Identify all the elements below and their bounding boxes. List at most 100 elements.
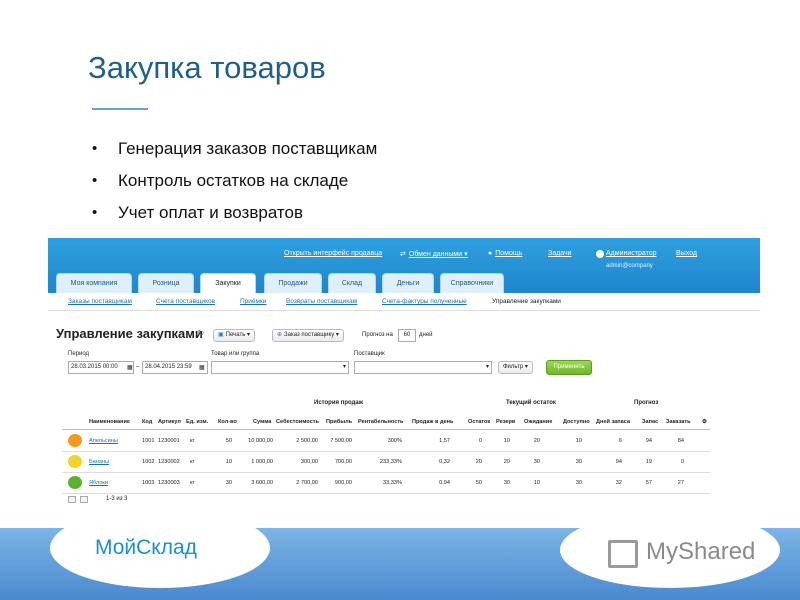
- cell-name[interactable]: Яблоки: [89, 480, 108, 486]
- cell-qty: 30: [225, 480, 232, 486]
- col-profit[interactable]: Прибыль: [326, 419, 352, 425]
- exchange-icon: ⇄: [400, 251, 406, 258]
- subnav-supplier-orders[interactable]: Заказы поставщикам: [68, 298, 132, 305]
- myshared-watermark: MyShared: [646, 538, 756, 565]
- plus-icon: ⊕: [277, 332, 283, 338]
- slide-title: Закупка товаров: [88, 50, 326, 85]
- cell-order: 27: [677, 480, 684, 486]
- col-unit[interactable]: Ед. изм.: [186, 419, 208, 425]
- help-label: Помощь: [495, 250, 523, 257]
- group-stock: Текущий остаток: [506, 400, 556, 406]
- next-page-button[interactable]: [80, 496, 88, 503]
- col-per-day[interactable]: Продаж в день: [412, 419, 453, 425]
- prev-page-button[interactable]: [68, 496, 76, 503]
- cell-order: 0: [680, 459, 684, 465]
- col-supply[interactable]: Запас: [642, 419, 658, 425]
- col-days[interactable]: Дней запаса: [596, 419, 630, 425]
- logout-link[interactable]: Выход: [676, 250, 697, 257]
- tab-retail[interactable]: Розница: [138, 273, 194, 293]
- print-button[interactable]: ▣ Печать ▾: [213, 329, 256, 342]
- subnav-purchase-management[interactable]: Управление закупками: [492, 298, 561, 305]
- refresh-icon[interactable]: ↻: [197, 328, 205, 339]
- col-name[interactable]: Наименование: [89, 419, 130, 425]
- cell-per-day: 0,94: [439, 480, 450, 486]
- cell-name[interactable]: Бананы: [89, 459, 109, 465]
- calendar-icon[interactable]: ▦: [199, 364, 205, 371]
- cell-sum: 3 600,00: [251, 480, 273, 486]
- cell-reserve: 30: [503, 480, 510, 486]
- bullet-item: Генерация заказов поставщикам: [90, 138, 377, 170]
- tab-my-company[interactable]: Моя компания: [56, 273, 132, 293]
- tab-directories[interactable]: Справочники: [440, 273, 504, 293]
- tab-purchases[interactable]: Закупки: [200, 273, 256, 293]
- col-code[interactable]: Код: [142, 419, 152, 425]
- date-from-input[interactable]: 28.03.2015 00:00: [68, 361, 134, 374]
- forecast-label: Прогноз на: [362, 332, 393, 338]
- settings-icon[interactable]: ⚙: [702, 419, 707, 425]
- supplier-label: Поставщик: [354, 351, 385, 357]
- product-label: Товар или группа: [211, 351, 260, 357]
- period-label: Период: [68, 351, 90, 357]
- cell-margin: 33,33%: [383, 480, 402, 486]
- help-icon: ●: [488, 250, 493, 257]
- cell-available: 30: [575, 480, 582, 486]
- subnav-received-invoices[interactable]: Счета-фактуры полученные: [382, 298, 467, 305]
- tasks-link[interactable]: Задачи: [548, 250, 572, 257]
- cell-cost: 300,00: [300, 459, 318, 465]
- col-sku[interactable]: Артикул: [158, 419, 181, 425]
- col-stock[interactable]: Остаток: [468, 419, 490, 425]
- admin-link[interactable]: Администратор: [606, 250, 657, 257]
- apply-button[interactable]: Применить: [546, 360, 592, 375]
- order-supplier-button[interactable]: ⊕ Заказ поставщику ▾: [272, 329, 344, 342]
- cell-stock: 20: [475, 459, 482, 465]
- product-select[interactable]: ▾: [211, 361, 349, 374]
- cell-days: 94: [615, 459, 622, 465]
- print-label: Печать: [225, 332, 246, 338]
- subnav-returns[interactable]: Возвраты поставщикам: [286, 298, 357, 305]
- filter-button[interactable]: Фильтр ▾: [498, 361, 533, 374]
- cell-profit: 700,00: [334, 459, 352, 465]
- printer-icon: ▣: [218, 332, 224, 338]
- bullet-list: Генерация заказов поставщикам Контроль о…: [90, 138, 377, 234]
- product-image: [68, 476, 82, 489]
- table-row[interactable]: Яблоки 1003 1230003 кг 30 3 600,00 2 700,00 900…: [62, 473, 710, 494]
- forecast-days-input[interactable]: 60: [398, 329, 416, 342]
- data-exchange-label: Обмен данными: [408, 251, 463, 258]
- cell-profit: 7 500,00: [330, 438, 352, 444]
- cell-stock: 50: [475, 480, 482, 486]
- cell-supply: 19: [645, 459, 652, 465]
- cell-name[interactable]: Апельсины: [89, 438, 118, 444]
- cell-available: 30: [575, 459, 582, 465]
- group-forecast: Прогноз: [634, 400, 659, 406]
- col-order[interactable]: Заказать: [666, 419, 691, 425]
- cell-unit: кг: [190, 480, 195, 486]
- pager-text: 1-3 из 3: [106, 496, 128, 502]
- cell-code: 1002: [142, 459, 155, 465]
- page-title: Управление закупками: [56, 326, 203, 341]
- col-sum[interactable]: Сумма: [253, 419, 271, 425]
- tab-sales[interactable]: Продажи: [264, 273, 322, 293]
- table-row[interactable]: Бананы 1002 1230002 кг 10 1 000,00 300,00 700,0…: [62, 452, 710, 473]
- tab-warehouse[interactable]: Склад: [328, 273, 376, 293]
- col-cost[interactable]: Себестоимость: [276, 419, 319, 425]
- col-waiting[interactable]: Ожидание: [524, 419, 552, 425]
- col-qty[interactable]: Кол-во: [218, 419, 237, 425]
- calendar-icon[interactable]: ▦: [127, 364, 133, 371]
- table-row[interactable]: Апельсины 1001 1230001 кг 50 10 000,00 2 500,0…: [62, 431, 710, 452]
- cell-margin: 300%: [387, 438, 402, 444]
- tab-money[interactable]: Деньги: [382, 273, 434, 293]
- cell-profit: 900,00: [334, 480, 352, 486]
- subnav-supplier-invoices[interactable]: Счета поставщиков: [156, 298, 215, 305]
- cell-unit: кг: [190, 438, 195, 444]
- col-margin[interactable]: Рентабельность: [358, 419, 404, 425]
- cell-sku: 1230001: [158, 438, 180, 444]
- help-link[interactable]: ● Помощь: [488, 250, 522, 257]
- myshared-icon: [608, 540, 638, 568]
- subnav-receipts[interactable]: Приёмки: [240, 298, 266, 305]
- data-exchange-menu[interactable]: ⇄ Обмен данными ▾: [400, 250, 468, 258]
- open-sales-link[interactable]: Открыть интерфейс продавца: [284, 250, 382, 257]
- cell-qty: 10: [225, 459, 232, 465]
- col-reserve[interactable]: Резерв: [496, 419, 515, 425]
- supplier-select[interactable]: ▾: [354, 361, 492, 374]
- col-available[interactable]: Доступно: [563, 419, 590, 425]
